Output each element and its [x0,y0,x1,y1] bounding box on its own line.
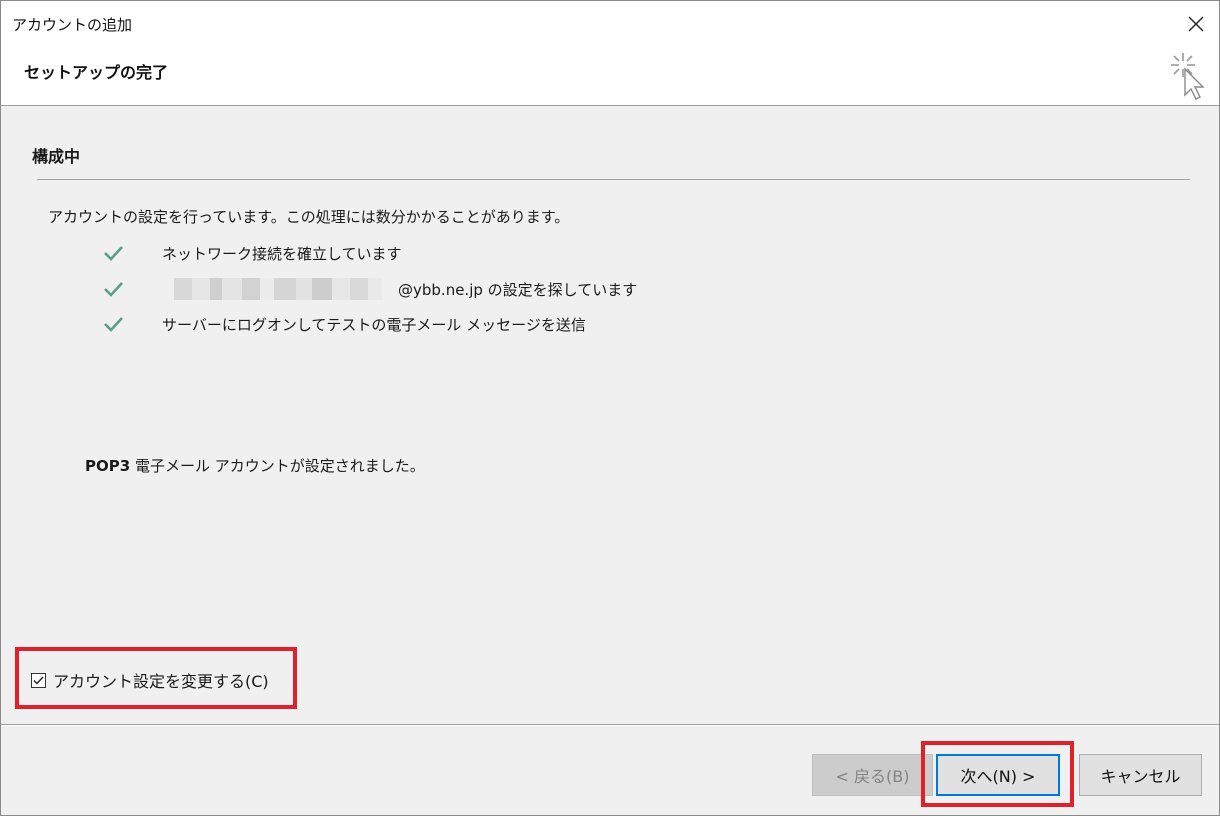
step-text: ネットワーク接続を確立しています [162,244,402,263]
window-title: アカウントの追加 [12,16,133,34]
close-icon [1188,16,1204,32]
checkmark-icon [33,676,44,685]
step-text: サーバーにログオンしてテストの電子メール メッセージを送信 [162,315,586,334]
step-network: ネットワーク接続を確立しています [101,241,402,265]
next-button[interactable]: 次へ(N) > [936,754,1060,796]
result-protocol: POP3 [85,457,131,475]
check-icon [104,246,123,261]
step-text-suffix: @ybb.ne.jp の設定を探しています [398,280,638,299]
page-title: セットアップの完了 [24,63,169,82]
close-button[interactable] [1179,7,1213,41]
check-icon [104,282,123,297]
sparkle-cursor-icon [1171,53,1205,100]
section-title: 構成中 [32,147,81,166]
dialog-header: アカウントの追加 セットアップの完了 [1,1,1219,106]
step-search-settings: @ybb.ne.jp の設定を探しています [101,277,637,301]
change-settings-option[interactable]: アカウント設定を変更する(C) [31,668,269,692]
step-test-message: サーバーにログオンしてテストの電子メール メッセージを送信 [101,312,586,336]
step-text: @ybb.ne.jp の設定を探しています [162,278,637,300]
divider [37,179,1190,180]
result-message: POP3 電子メール アカウントが設定されました。 [85,455,425,476]
status-description: アカウントの設定を行っています。この処理には数分かかることがあります。 [48,208,570,226]
footer-divider-light [1,725,1219,726]
check-icon [104,317,123,332]
redacted-email [162,278,396,300]
result-text: 電子メール アカウントが設定されました。 [130,457,425,475]
change-settings-label: アカウント設定を変更する(C) [53,672,269,691]
add-account-dialog: アカウントの追加 セットアップの完了 構成中 アカウントの設定を行っています。こ [0,0,1220,816]
back-button[interactable]: < 戻る(B) [812,754,933,796]
cancel-button[interactable]: キャンセル [1079,754,1202,796]
change-settings-checkbox[interactable] [31,672,46,688]
